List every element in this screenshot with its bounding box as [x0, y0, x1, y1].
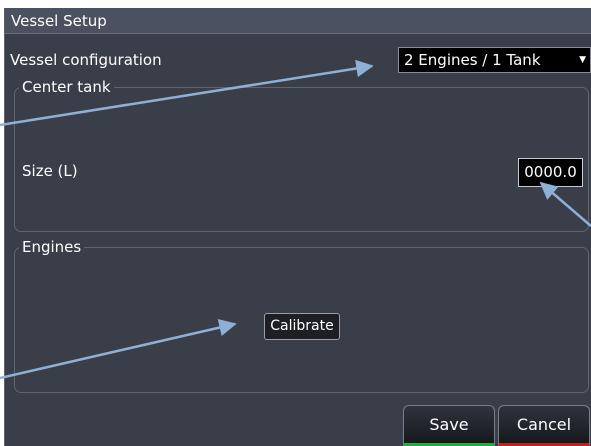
cancel-button[interactable]: Cancel: [498, 405, 590, 446]
center-tank-legend: Center tank: [19, 78, 114, 96]
save-button[interactable]: Save: [403, 405, 495, 446]
dropdown-arrow-icon: ▼: [579, 55, 586, 65]
engines-legend: Engines: [19, 238, 85, 256]
center-tank-group: Center tank: [14, 78, 589, 232]
vessel-configuration-value: 2 Engines / 1 Tank: [404, 51, 541, 69]
calibrate-button[interactable]: Calibrate: [264, 313, 340, 340]
tank-size-input[interactable]: 0000.0: [518, 158, 583, 187]
dialog-title: Vessel Setup: [5, 8, 591, 34]
vessel-configuration-dropdown[interactable]: 2 Engines / 1 Tank ▼: [398, 47, 591, 73]
tank-size-label: Size (L): [22, 162, 78, 180]
vessel-setup-dialog: Vessel Setup Vessel configuration 2 Engi…: [4, 8, 591, 446]
vessel-configuration-label: Vessel configuration: [10, 51, 162, 69]
